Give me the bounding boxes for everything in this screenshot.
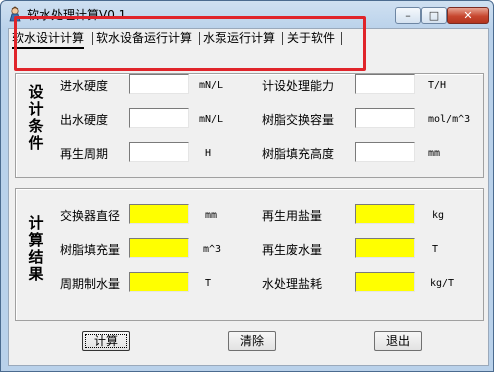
resin-fill-volume-unit: m^3 bbox=[203, 244, 222, 255]
exchanger-diameter-unit: mm bbox=[205, 210, 218, 221]
resin-fill-height-label: 树脂填充高度 bbox=[262, 147, 335, 161]
design-capacity-unit: T/H bbox=[428, 80, 447, 91]
highlight-box bbox=[14, 16, 366, 71]
close-icon: ✕ bbox=[463, 9, 473, 22]
cycle-water-output-label: 周期制水量 bbox=[60, 277, 121, 291]
client-area: 软水设计计算 软水设备运行计算 水泵运行计算 关于软件 设计条件 进水硬度 mN… bbox=[8, 16, 489, 366]
salt-consumption-unit: kg/T bbox=[430, 278, 455, 289]
resin-fill-volume-label: 树脂填充量 bbox=[60, 243, 121, 257]
inlet-hardness-label: 进水硬度 bbox=[60, 79, 109, 93]
inlet-hardness-input[interactable] bbox=[129, 74, 189, 94]
design-capacity-input[interactable] bbox=[355, 74, 415, 94]
cycle-water-output-output bbox=[129, 272, 189, 292]
design-group-title: 设计条件 bbox=[28, 84, 44, 152]
outlet-hardness-label: 出水硬度 bbox=[60, 113, 109, 127]
inlet-hardness-unit: mN/L bbox=[199, 80, 224, 91]
app-window: 软水处理计算V0.1 – □ ✕ 软水设计计算 软水设备运行计算 水泵运行计算 … bbox=[0, 0, 494, 372]
resin-exchange-capacity-input[interactable] bbox=[355, 108, 415, 128]
exit-button[interactable]: 退出 bbox=[374, 331, 422, 351]
close-button[interactable]: ✕ bbox=[447, 7, 489, 24]
design-capacity-label: 计设处理能力 bbox=[262, 79, 335, 93]
maximize-icon: □ bbox=[428, 9, 440, 22]
regeneration-salt-label: 再生用盐量 bbox=[262, 209, 323, 223]
clear-button[interactable]: 清除 bbox=[228, 331, 276, 351]
cycle-water-output-unit: T bbox=[205, 278, 212, 289]
maximize-button[interactable]: □ bbox=[421, 7, 447, 24]
minimize-button[interactable]: – bbox=[395, 7, 421, 24]
salt-consumption-output bbox=[355, 272, 415, 292]
regeneration-wastewater-label: 再生废水量 bbox=[262, 243, 323, 257]
resin-exchange-capacity-unit: mol/m^3 bbox=[428, 114, 471, 125]
regeneration-wastewater-unit: T bbox=[432, 244, 439, 255]
salt-consumption-label: 水处理盐耗 bbox=[262, 277, 323, 291]
regeneration-wastewater-output bbox=[355, 238, 415, 258]
result-group-title: 计算结果 bbox=[28, 215, 44, 283]
calculate-button[interactable]: 计算 bbox=[82, 331, 130, 351]
regeneration-period-input[interactable] bbox=[129, 142, 189, 162]
design-conditions-group: 设计条件 进水硬度 mN/L 计设处理能力 T/H 出水硬度 mN/L 树脂交换… bbox=[15, 73, 484, 178]
resin-exchange-capacity-label: 树脂交换容量 bbox=[262, 113, 335, 127]
resin-fill-height-unit: mm bbox=[428, 148, 441, 159]
result-group-title-text: 计算结果 bbox=[28, 214, 44, 283]
design-group-title-text: 设计条件 bbox=[28, 83, 44, 152]
minimize-icon: – bbox=[405, 9, 411, 22]
regeneration-period-unit: H bbox=[205, 148, 212, 159]
exchanger-diameter-output bbox=[129, 204, 189, 224]
regeneration-salt-output bbox=[355, 204, 415, 224]
exchanger-diameter-label: 交换器直径 bbox=[60, 209, 121, 223]
resin-fill-volume-output bbox=[129, 238, 189, 258]
resin-fill-height-input[interactable] bbox=[355, 142, 415, 162]
regeneration-period-label: 再生周期 bbox=[60, 147, 109, 161]
outlet-hardness-unit: mN/L bbox=[199, 114, 224, 125]
calculation-results-group: 计算结果 交换器直径 mm 再生用盐量 kg 树脂填充量 m^3 再生废水量 T… bbox=[15, 188, 484, 321]
tab-bar: 软水设计计算 软水设备运行计算 水泵运行计算 关于软件 bbox=[9, 16, 488, 71]
outlet-hardness-input[interactable] bbox=[129, 108, 189, 128]
regeneration-salt-unit: kg bbox=[432, 210, 445, 221]
